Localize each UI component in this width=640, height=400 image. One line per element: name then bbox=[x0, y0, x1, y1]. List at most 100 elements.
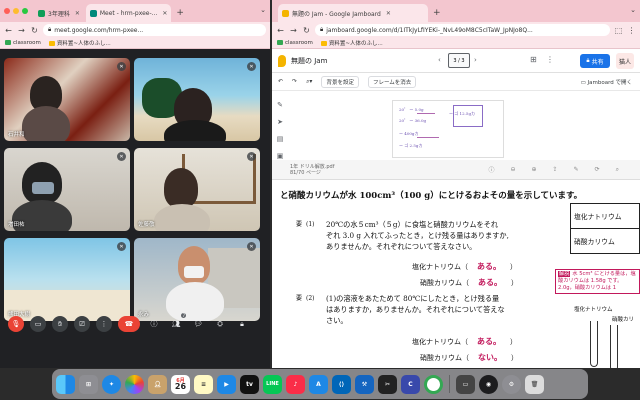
jamboard-logo-icon[interactable] bbox=[278, 54, 286, 67]
calendar-icon[interactable]: 6月 26 bbox=[171, 374, 190, 394]
participant-tile[interactable]: ✕ 増田祐 bbox=[4, 148, 130, 231]
jam-title[interactable]: 無題の Jam bbox=[291, 56, 327, 66]
next-frame-icon[interactable]: › bbox=[474, 56, 477, 64]
close-window-button[interactable] bbox=[4, 8, 10, 14]
sticky-note-icon[interactable]: ▤ bbox=[277, 135, 284, 143]
host-controls-button[interactable]: 🔒︎ bbox=[234, 316, 250, 332]
clear-frame-button[interactable]: フレームを消去 bbox=[367, 75, 417, 88]
close-tab-icon[interactable]: ✕ bbox=[75, 10, 80, 17]
zoom-icon[interactable]: ⌕▾ bbox=[306, 78, 312, 86]
tab-classroom[interactable]: 3年理科 ✕ bbox=[34, 4, 84, 22]
forward-icon[interactable]: → bbox=[289, 26, 298, 35]
appletv-icon[interactable]: tv bbox=[240, 374, 259, 394]
meet-controls: 🎙︎ ▭ ✋︎ ⎚ ⋮ ☎︎ ⓘ 👥︎ 7 💬︎ ⛭ 🔒︎ bbox=[0, 310, 270, 338]
finder-icon[interactable] bbox=[56, 374, 75, 394]
add-icon[interactable]: ⊞ bbox=[530, 55, 537, 64]
pen-icon[interactable]: ✎ bbox=[277, 101, 283, 109]
loading-icon[interactable] bbox=[424, 374, 443, 394]
info-icon[interactable]: ⓘ bbox=[146, 316, 162, 332]
participant-tile[interactable]: ✕ 石井和 bbox=[4, 58, 130, 141]
info-icon[interactable]: ⓘ bbox=[488, 165, 494, 174]
redo-icon[interactable]: ↷ bbox=[292, 78, 297, 85]
xcode-icon[interactable]: ⚒ bbox=[355, 374, 374, 394]
pdf-page: と硝酸カリウムが水 100cm³（100 g）にとけるおよその量を示しています。… bbox=[272, 181, 640, 368]
reload-icon[interactable]: ↻ bbox=[30, 26, 39, 35]
prev-frame-icon[interactable]: ‹ bbox=[438, 56, 441, 64]
reload-icon[interactable]: ↻ bbox=[302, 26, 311, 35]
rotate-icon[interactable]: ⟳ bbox=[595, 166, 600, 173]
question-line: はありますか，ありませんか。それぞれについて答えな bbox=[326, 305, 505, 314]
close-tab-icon[interactable]: ✕ bbox=[386, 10, 391, 17]
account-avatar[interactable]: 猫人 bbox=[616, 53, 634, 69]
set-background-button[interactable]: 背景を設定 bbox=[321, 75, 359, 88]
more-icon[interactable]: ⋮ bbox=[546, 55, 554, 64]
new-tab-button[interactable]: + bbox=[173, 4, 187, 22]
notes-icon[interactable]: ≡ bbox=[194, 374, 213, 394]
screenshot-icon[interactable]: ▭ bbox=[456, 374, 475, 394]
bookmark-materials[interactable]: 資料置~人体のふし... bbox=[48, 39, 111, 47]
minimize-window-button[interactable] bbox=[13, 8, 19, 14]
extensions-icon[interactable]: ⬚ bbox=[614, 26, 623, 35]
close-tab-icon[interactable]: ✕ bbox=[162, 10, 167, 17]
chat-button[interactable]: 💬︎ bbox=[190, 316, 206, 332]
end-call-button[interactable]: ☎︎ bbox=[118, 316, 140, 332]
undo-icon[interactable]: ↶ bbox=[278, 78, 283, 85]
markup-icon[interactable]: ✎ bbox=[574, 166, 579, 173]
c-icon[interactable]: C bbox=[401, 374, 420, 394]
tab-search-icon[interactable]: ⌄ bbox=[260, 6, 266, 14]
solubility-table: 塩化ナトリウム 硝酸カリウム bbox=[570, 203, 640, 254]
contacts-icon[interactable]: 👤︎ bbox=[148, 374, 167, 394]
safari-icon[interactable]: ✦ bbox=[102, 374, 121, 394]
participant-tile[interactable]: ✕ 佐藤敬 bbox=[134, 148, 260, 231]
participant-tile[interactable]: ✕ bbox=[134, 58, 260, 141]
tab-search-icon[interactable]: ⌄ bbox=[630, 6, 636, 14]
select-icon[interactable]: ➤ bbox=[277, 118, 283, 126]
raise-hand-button[interactable]: ✋︎ bbox=[52, 316, 68, 332]
jam-frame-canvas[interactable]: 20゜ ー 5.0g 20゜ ー 36.0g ー 400gカ ー ゴ 2.5gカ… bbox=[392, 100, 504, 158]
participant-tile[interactable]: ✕ 熊田大樹 bbox=[4, 238, 130, 321]
back-icon[interactable]: ← bbox=[276, 26, 285, 35]
mic-toggle-button[interactable]: 🎙︎ bbox=[8, 316, 24, 332]
photos-icon[interactable] bbox=[125, 374, 144, 394]
bookmark-classroom[interactable]: classroom bbox=[277, 40, 313, 46]
image-icon[interactable]: ▣ bbox=[277, 152, 284, 160]
finalcut-icon[interactable]: ✂ bbox=[378, 374, 397, 394]
activities-button[interactable]: ⛭ bbox=[212, 316, 228, 332]
launchpad-icon[interactable]: ⊞ bbox=[79, 374, 98, 394]
more-options-button[interactable]: ⋮ bbox=[96, 316, 112, 332]
tab-jamboard[interactable]: 無題の Jam - Google Jamboard ✕ bbox=[278, 4, 428, 22]
back-icon[interactable]: ← bbox=[4, 26, 13, 35]
forward-icon[interactable]: → bbox=[17, 26, 26, 35]
present-button[interactable]: ⎚ bbox=[74, 316, 90, 332]
line-icon[interactable]: LINE bbox=[263, 374, 282, 394]
appstore-icon[interactable]: A bbox=[309, 374, 328, 394]
camera-toggle-button[interactable]: ▭ bbox=[30, 316, 46, 332]
url-field[interactable]: 🔒︎ meet.google.com/hrm-pxee... bbox=[43, 24, 266, 36]
url-field[interactable]: 🔒︎ jamboard.google.com/d/1ITkJyLfIYEKi-_… bbox=[315, 24, 610, 36]
maximize-window-button[interactable] bbox=[22, 8, 28, 14]
share-button[interactable]: 🔒︎ 共有 bbox=[580, 54, 610, 68]
jam-header: 無題の Jam ‹ 3 / 3 › ⊞ ⋮ 🔒︎ 共有 猫人 bbox=[272, 49, 640, 73]
tab-meet[interactable]: Meet - hrm-pxee-... ✕ bbox=[85, 4, 172, 22]
quicktime-icon[interactable]: ◉ bbox=[479, 374, 498, 394]
url-text: jamboard.google.com/d/1ITkJyLfIYEKi-_NvL… bbox=[326, 26, 533, 34]
share-icon[interactable]: ⇪ bbox=[553, 166, 558, 173]
new-tab-button[interactable]: + bbox=[430, 4, 444, 22]
bookmark-classroom[interactable]: classroom bbox=[5, 40, 41, 46]
bookmark-materials[interactable]: 資料置~人体のふし... bbox=[320, 39, 383, 47]
menu-icon[interactable]: ⋮ bbox=[627, 26, 636, 35]
people-button[interactable]: 👥︎ 7 bbox=[168, 313, 186, 332]
frame-indicator[interactable]: 3 / 3 bbox=[448, 53, 470, 68]
participant-tile[interactable]: ✕ 永み bbox=[134, 238, 260, 321]
music-icon[interactable]: ♪ bbox=[286, 374, 305, 394]
jam-tool-sidebar: ✎ ➤ ▤ ▣ bbox=[272, 97, 288, 167]
zoom-out-icon[interactable]: ⊖ bbox=[510, 166, 515, 173]
keynote-icon[interactable]: ▶ bbox=[217, 374, 236, 394]
settings-icon[interactable]: ⚙ bbox=[502, 374, 521, 394]
answer-substance: 塩化ナトリウム（ bbox=[412, 263, 468, 271]
trash-icon[interactable]: 🗑︎ bbox=[525, 374, 544, 394]
zoom-in-icon[interactable]: ⊕ bbox=[532, 166, 537, 173]
vscode-icon[interactable]: ⟨⟩ bbox=[332, 374, 351, 394]
open-in-jamboard-button[interactable]: ▭ Jamboard で開く bbox=[581, 78, 632, 86]
search-icon[interactable]: ⌕ bbox=[616, 166, 619, 174]
